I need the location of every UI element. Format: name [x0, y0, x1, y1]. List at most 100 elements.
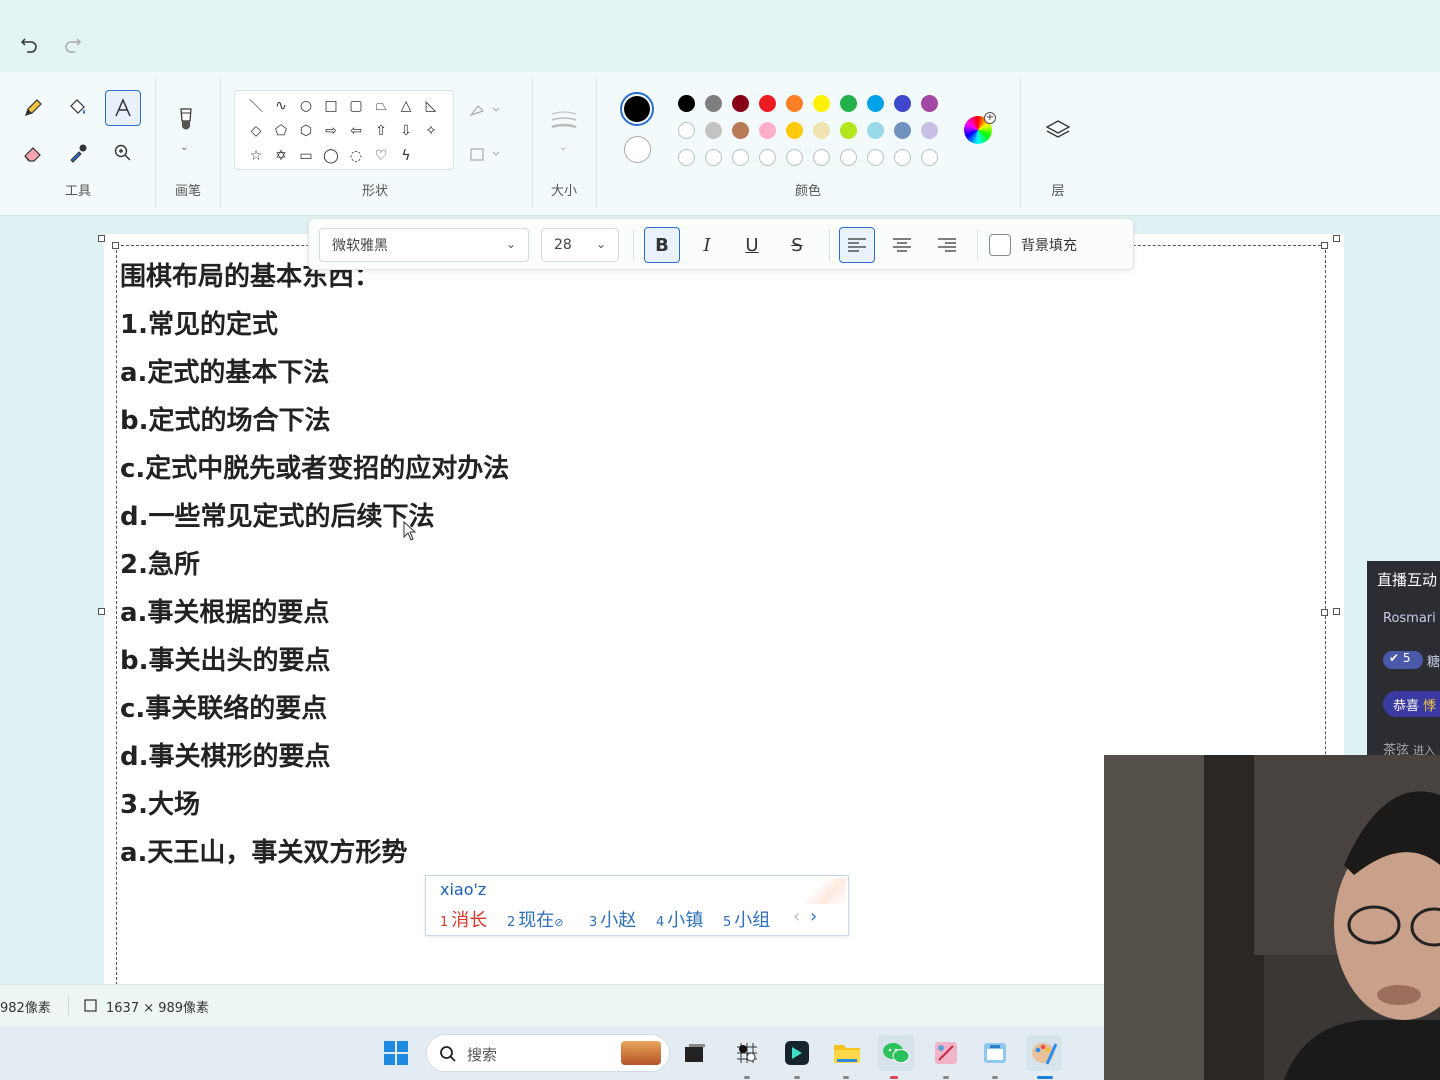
callout-cloud-shape-icon[interactable]: ◌: [345, 145, 367, 167]
color-swatch[interactable]: [813, 122, 830, 139]
color-swatch[interactable]: [732, 122, 749, 139]
ime-prev-page-button[interactable]: ‹: [793, 906, 800, 927]
arrow-down-shape-icon[interactable]: ⇩: [395, 120, 417, 142]
custom-color-slot[interactable]: [759, 149, 776, 166]
custom-color-slot[interactable]: [705, 149, 722, 166]
fill-style-button[interactable]: [466, 136, 502, 172]
ime-candidate[interactable]: 3 小赵: [589, 906, 636, 932]
font-family-select[interactable]: 微软雅黑 ⌄: [319, 228, 529, 262]
layers-button[interactable]: [1040, 112, 1076, 148]
star5-shape-icon[interactable]: ☆: [245, 145, 267, 167]
arrow-right-shape-icon[interactable]: ⇨: [320, 120, 342, 142]
color-swatch[interactable]: [678, 95, 695, 112]
color-swatch[interactable]: [759, 95, 776, 112]
resize-handle[interactable]: [112, 242, 119, 249]
callout-oval-shape-icon[interactable]: ◯: [320, 145, 342, 167]
arrow-left-shape-icon[interactable]: ⇦: [345, 120, 367, 142]
underline-button[interactable]: U: [734, 227, 770, 263]
custom-color-slot[interactable]: [894, 149, 911, 166]
color-swatch[interactable]: [786, 122, 803, 139]
taskbar-search-box[interactable]: 搜索: [426, 1034, 670, 1072]
text-tool[interactable]: [105, 90, 141, 126]
hexagon-shape-icon[interactable]: ⬡: [295, 120, 317, 142]
custom-color-slot[interactable]: [786, 149, 803, 166]
color-swatch[interactable]: [894, 122, 911, 139]
resize-handle[interactable]: [1333, 608, 1340, 615]
italic-button[interactable]: I: [689, 227, 725, 263]
background-fill-checkbox[interactable]: [989, 234, 1011, 256]
taskbar-app-editor[interactable]: [779, 1035, 815, 1071]
star4-shape-icon[interactable]: ✧: [420, 120, 442, 142]
color-swatch[interactable]: [786, 95, 803, 112]
strikethrough-button[interactable]: S: [779, 227, 815, 263]
ime-next-page-button[interactable]: ›: [810, 906, 817, 927]
custom-color-slot[interactable]: [840, 149, 857, 166]
ime-candidate[interactable]: 4 小镇: [656, 906, 703, 932]
custom-color-slot[interactable]: [867, 149, 884, 166]
outline-button[interactable]: [466, 92, 502, 128]
color-swatch[interactable]: [921, 95, 938, 112]
resize-handle[interactable]: [1333, 235, 1340, 242]
undo-button[interactable]: [14, 30, 44, 60]
callout-rect-shape-icon[interactable]: ▭: [295, 145, 317, 167]
align-right-button[interactable]: [929, 227, 965, 263]
color-picker-tool[interactable]: [60, 135, 96, 171]
taskbar-app-wechat[interactable]: [878, 1035, 914, 1071]
color-swatch[interactable]: [813, 95, 830, 112]
color-swatch[interactable]: [705, 95, 722, 112]
color-swatch[interactable]: [867, 95, 884, 112]
curve-shape-icon[interactable]: ∿: [270, 95, 292, 117]
eraser-tool[interactable]: [15, 135, 51, 171]
rectangle-shape-icon[interactable]: □: [320, 95, 342, 117]
taskbar-app-paint[interactable]: [1026, 1035, 1062, 1071]
taskbar-app-snip[interactable]: [928, 1035, 964, 1071]
ime-candidate[interactable]: 2 现在⊘: [507, 906, 564, 932]
custom-color-slot[interactable]: [813, 149, 830, 166]
heart-shape-icon[interactable]: ♡: [370, 145, 392, 167]
rounded-rect-shape-icon[interactable]: ▢: [345, 95, 367, 117]
magnifier-tool[interactable]: [105, 135, 141, 171]
line-shape-icon[interactable]: ＼: [245, 95, 267, 117]
primary-color-button[interactable]: [620, 92, 654, 126]
resize-handle[interactable]: [1321, 242, 1328, 249]
resize-handle[interactable]: [98, 235, 105, 242]
brush-chevron-icon[interactable]: ⌄: [180, 142, 188, 153]
color-swatch[interactable]: [705, 122, 722, 139]
resize-handle[interactable]: [98, 608, 105, 615]
align-center-button[interactable]: [884, 227, 920, 263]
taskbar-app-go[interactable]: [729, 1035, 765, 1071]
resize-handle[interactable]: [1321, 609, 1328, 616]
size-button[interactable]: [546, 104, 582, 140]
oval-shape-icon[interactable]: ○: [295, 95, 317, 117]
arrow-up-shape-icon[interactable]: ⇧: [370, 120, 392, 142]
pentagon-shape-icon[interactable]: ⬠: [270, 120, 292, 142]
task-view-button[interactable]: [677, 1035, 713, 1071]
color-swatch[interactable]: [759, 122, 776, 139]
start-button[interactable]: [378, 1035, 414, 1071]
polygon-shape-icon[interactable]: ⏢: [370, 95, 392, 117]
custom-color-slot[interactable]: [732, 149, 749, 166]
font-size-select[interactable]: 28 ⌄: [541, 228, 619, 262]
align-left-button[interactable]: [839, 227, 875, 263]
pencil-tool[interactable]: [15, 90, 51, 126]
redo-button[interactable]: [58, 30, 88, 60]
lightning-shape-icon[interactable]: ϟ: [395, 145, 417, 167]
color-swatch[interactable]: [921, 122, 938, 139]
bold-button[interactable]: B: [644, 227, 680, 263]
brush-button[interactable]: [168, 102, 204, 138]
fill-tool[interactable]: [60, 90, 96, 126]
color-swatch[interactable]: [894, 95, 911, 112]
custom-color-slot[interactable]: [921, 149, 938, 166]
diamond-shape-icon[interactable]: ◇: [245, 120, 267, 142]
taskbar-app-live[interactable]: [977, 1035, 1013, 1071]
color-swatch[interactable]: [840, 95, 857, 112]
color-swatch[interactable]: [732, 95, 749, 112]
triangle-shape-icon[interactable]: △: [395, 95, 417, 117]
star6-shape-icon[interactable]: ✡: [270, 145, 292, 167]
right-triangle-shape-icon[interactable]: ◺: [420, 95, 442, 117]
secondary-color-button[interactable]: [624, 136, 651, 163]
color-swatch[interactable]: [867, 122, 884, 139]
ime-candidate[interactable]: 5 小组: [723, 906, 770, 932]
edit-colors-button[interactable]: +: [964, 112, 996, 144]
custom-color-slot[interactable]: [678, 149, 695, 166]
